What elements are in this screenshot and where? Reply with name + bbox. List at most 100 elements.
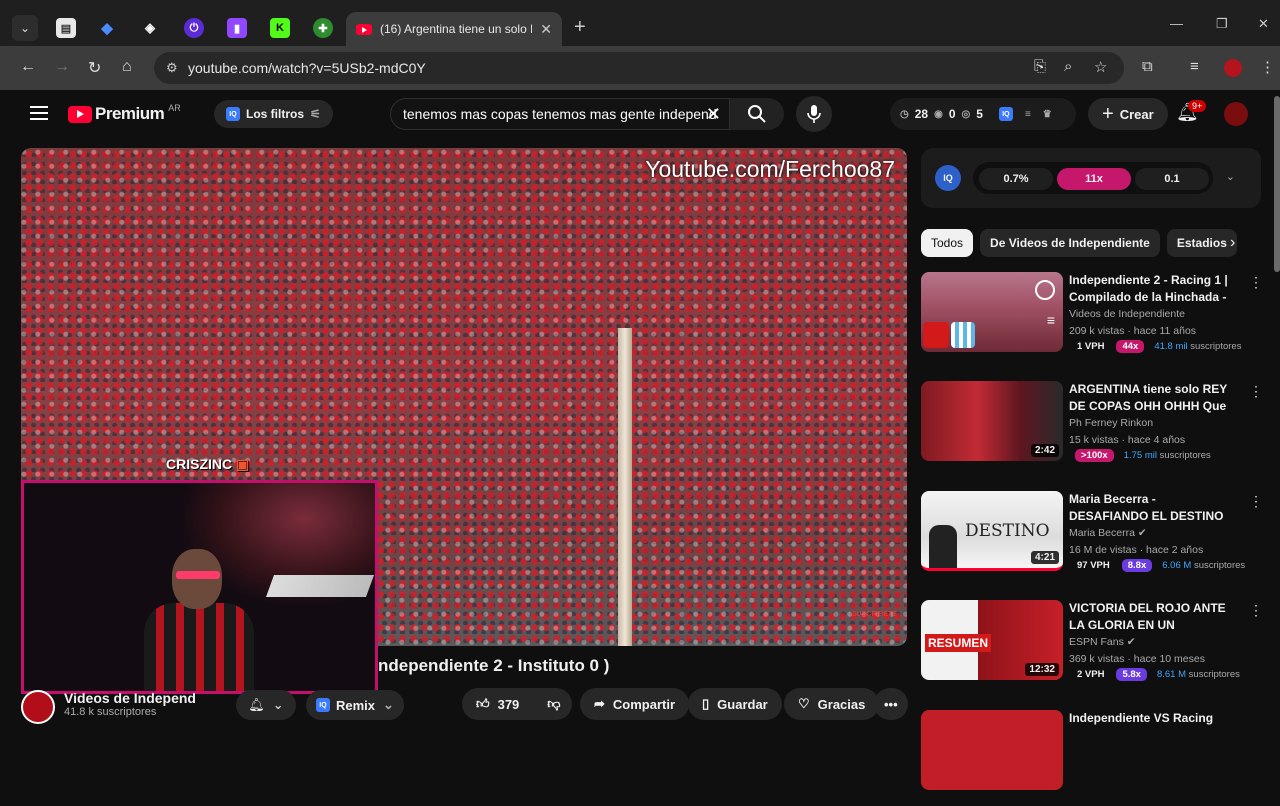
chip-channel[interactable]: De Videos de Independiente — [980, 229, 1160, 257]
save-button[interactable]: ▯ Guardar — [688, 688, 782, 720]
microphone-icon — [807, 105, 821, 123]
pinned-tab-ball-icon[interactable]: ✚ — [313, 18, 333, 38]
video-channel[interactable]: Maria Becerra ✔ — [1069, 527, 1147, 539]
verified-icon: ✔ — [1137, 527, 1147, 539]
thanks-button[interactable]: ♡ Gracias — [784, 688, 880, 720]
menu-icon[interactable] — [30, 106, 48, 120]
video-title[interactable]: VICTORIA DEL ROJO ANTE LA GLORIA EN UN E… — [1069, 600, 1237, 634]
multiplier-chip: >100x — [1075, 449, 1114, 462]
filters-button[interactable]: IQ Los filtros ⚟ — [214, 100, 333, 128]
video-thumbnail[interactable]: 2:42 — [921, 381, 1063, 461]
address-bar[interactable]: ⚙ youtube.com/watch?v=5USb2-mdC0Y — [154, 52, 1124, 84]
profile-avatar-icon[interactable] — [1224, 59, 1242, 77]
watch-later-icon[interactable] — [1035, 280, 1055, 300]
video-title[interactable]: Independiente VS Racing — [1069, 710, 1237, 744]
iq-metric-percent: 0.7% — [979, 168, 1053, 190]
chip-all[interactable]: Todos — [921, 229, 974, 257]
account-avatar[interactable] — [1224, 102, 1248, 126]
minimize-icon[interactable]: — — [1170, 16, 1183, 31]
subscription-bell-button[interactable]: 🔔︎ ⌄ — [236, 690, 296, 720]
tab-search-dropdown[interactable]: ⌄ — [12, 15, 38, 41]
add-to-queue-icon[interactable]: ≡ — [1047, 312, 1055, 328]
close-window-icon[interactable]: ✕ — [1258, 16, 1269, 32]
subs-word: suscriptores — [1188, 669, 1240, 680]
share-button[interactable]: ➦ Compartir — [580, 688, 690, 720]
clear-search-icon[interactable]: ✕ — [706, 104, 721, 125]
list-item[interactable]: 2:42 ARGENTINA tiene solo REY DE COPAS O… — [921, 381, 1271, 477]
more-actions-button[interactable]: ••• — [874, 688, 908, 720]
remix-button[interactable]: IQ Remix ⌄ — [306, 690, 404, 720]
bell-icon: 🔔︎ — [248, 697, 265, 712]
video-channel[interactable]: Videos de Independiente — [1069, 308, 1185, 320]
video-thumbnail[interactable]: DESTINO 4:21 — [921, 491, 1063, 571]
keyboard-instrument — [265, 575, 375, 597]
media-control-icon[interactable]: ≡ — [1190, 58, 1199, 75]
iq-remix-icon: IQ — [316, 698, 330, 712]
reload-icon[interactable]: ↻ — [88, 58, 101, 78]
back-icon[interactable]: ← — [20, 58, 36, 76]
video-meta: 15 k vistas · hace 4 años — [1069, 434, 1186, 446]
video-menu-icon[interactable]: ⋮ — [1249, 602, 1263, 619]
video-thumbnail[interactable]: ≡ — [921, 272, 1063, 352]
list-item[interactable]: ≡ Independiente 2 - Racing 1 | Compilado… — [921, 272, 1271, 368]
list-item[interactable]: Independiente VS Racing — [921, 710, 1271, 806]
active-tab[interactable]: (16) Argentina tiene un solo Re ✕ — [346, 12, 562, 46]
search-input[interactable]: tenemos mas copas tenemos mas gente inde… — [390, 98, 730, 130]
pinned-tab-kick-icon[interactable]: K — [270, 18, 290, 38]
video-title[interactable]: Independiente 2 - Racing 1 | Compilado d… — [1069, 272, 1237, 306]
subs-number: 6.06 M — [1162, 560, 1192, 571]
pinned-tab-twitch-icon[interactable]: ▮ — [227, 18, 247, 38]
subs-number: 1.75 mil — [1123, 450, 1157, 461]
chip-stadiums[interactable]: Estadios — [1166, 229, 1237, 257]
page-scrollbar[interactable] — [1274, 96, 1280, 272]
like-button[interactable]: 👍︎ 379 👎︎ — [462, 688, 572, 720]
new-tab-icon[interactable]: + — [574, 16, 586, 39]
voice-search-button[interactable] — [796, 96, 832, 132]
video-menu-icon[interactable]: ⋮ — [1249, 274, 1263, 291]
video-channel[interactable]: Ph Ferney Rinkon — [1069, 417, 1153, 429]
video-watermark: Youtube.com/Ferchoo87 — [645, 156, 895, 182]
iq-expand-chevron-icon[interactable]: ⌄ — [1226, 170, 1235, 183]
browser-menu-icon[interactable]: ⋮ — [1260, 58, 1275, 76]
pinned-tab-docs-icon[interactable]: ▤ — [56, 18, 76, 38]
thumbnail-resumen-text: RESUMEN — [925, 634, 992, 652]
thumbnail-text: DESTINO — [965, 521, 1050, 541]
restore-icon[interactable]: ❐ — [1216, 16, 1228, 32]
bookmark-star-icon[interactable]: ☆ — [1094, 58, 1107, 76]
video-duration: 12:32 — [1025, 663, 1059, 676]
extensions-icon[interactable]: ⧉ — [1142, 58, 1153, 75]
create-button[interactable]: + Crear — [1088, 98, 1168, 130]
pinned-tab-cube-icon[interactable]: ◈ — [140, 18, 160, 38]
chips-next-icon[interactable]: › — [1230, 234, 1235, 252]
video-meta: 209 k vistas · hace 11 años — [1069, 325, 1197, 337]
thumb-down-icon[interactable]: 👎︎ — [547, 696, 560, 712]
forward-icon[interactable]: → — [54, 58, 70, 76]
list-item[interactable]: RESUMEN 12:32 VICTORIA DEL ROJO ANTE LA … — [921, 600, 1271, 696]
site-info-icon[interactable]: ⚙ — [166, 60, 178, 76]
list-item[interactable]: DESTINO 4:21 Maria Becerra - DESAFIANDO … — [921, 491, 1271, 587]
video-channel[interactable]: ESPN Fans ✔ — [1069, 636, 1136, 648]
zoom-icon[interactable]: ⌕ — [1064, 58, 1072, 75]
video-title[interactable]: Maria Becerra - DESAFIANDO EL DESTINO (L… — [1069, 491, 1237, 525]
extension-stats-bar[interactable]: ◷ 28 ◉ 0 ◎ 5 IQ ≡ ♛ — [890, 98, 1076, 130]
install-app-icon[interactable]: ⎘ — [1034, 58, 1046, 75]
video-title[interactable]: ARGENTINA tiene solo REY DE COPAS OHH OH… — [1069, 381, 1237, 415]
video-menu-icon[interactable]: ⋮ — [1249, 383, 1263, 400]
youtube-logo[interactable]: Premium AR — [68, 103, 181, 124]
pinned-tab-diamond-icon[interactable]: ◆ — [97, 18, 117, 38]
thumb-up-icon: 👍︎ — [476, 696, 490, 711]
subs-word: suscriptores — [1159, 450, 1211, 461]
channel-name[interactable]: Videos de Independ — [64, 690, 196, 706]
subs-chip: 1.75 mil suscriptores — [1124, 450, 1211, 461]
pinned-tab-power-icon[interactable]: ⏻ — [184, 18, 204, 38]
video-thumbnail[interactable]: RESUMEN 12:32 — [921, 600, 1063, 680]
channel-avatar[interactable] — [21, 690, 55, 724]
close-tab-icon[interactable]: ✕ — [540, 21, 552, 38]
streamer-glasses — [176, 571, 220, 579]
iq-extension-panel: IQ 0.7% 11x 0.1 ⌄ — [921, 148, 1261, 208]
video-thumbnail[interactable] — [921, 710, 1063, 790]
subs-chip: 41.8 mil suscriptores — [1154, 341, 1241, 352]
home-icon[interactable]: ⌂ — [122, 58, 132, 76]
video-menu-icon[interactable]: ⋮ — [1249, 493, 1263, 510]
search-button[interactable] — [730, 98, 784, 130]
